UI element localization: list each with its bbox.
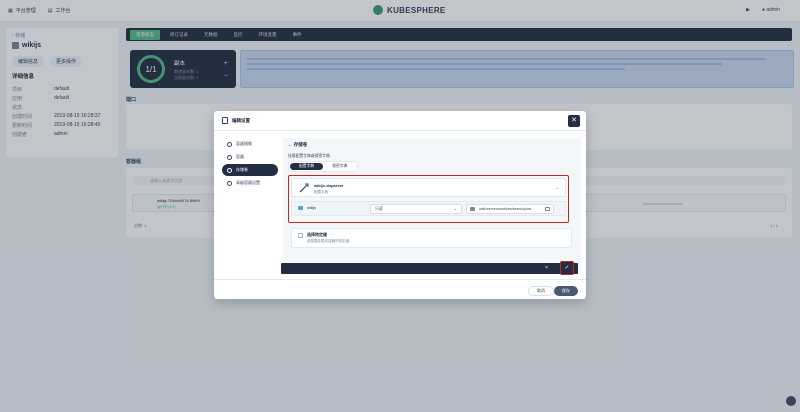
modal-title: 编辑设置 (232, 117, 250, 123)
volume-title: 存储卷 (293, 142, 308, 147)
volume-back-button[interactable]: ← 存储卷 (288, 142, 307, 148)
step-container-image[interactable]: 容器镜像 (222, 138, 278, 150)
chevron-down-icon[interactable]: ⌄ (556, 185, 559, 190)
mount-mode-select[interactable]: 只读 ⌄ (370, 204, 462, 214)
modal-header: 编辑设置 ✕ (214, 111, 586, 131)
step-label: 高级容器设置 (236, 180, 260, 185)
select-keys-title: 选择特定键 (307, 232, 327, 237)
step-label: 容器 (236, 154, 244, 159)
step-advanced[interactable]: 高级容器设置 (222, 177, 278, 189)
tab-secret[interactable]: 保密字典 (323, 163, 356, 170)
step-container[interactable]: 容器 (222, 151, 278, 163)
volume-hint: 挂载配置字典或保密字典 (288, 154, 330, 158)
volume-form: ← 存储卷 挂载配置字典或保密字典 配置字典 保密字典 wikijs-dnpar… (283, 138, 581, 274)
mount-mode-value: 只读 (375, 207, 383, 211)
close-button[interactable]: ✕ (568, 115, 580, 127)
volume-type: 配置字典 (314, 190, 328, 194)
step-icon (227, 180, 232, 186)
toolbox-icon[interactable] (786, 396, 796, 406)
cancel-volume-button[interactable]: × (545, 265, 548, 271)
configmap-icon (299, 183, 309, 193)
mount-path-input[interactable]: /wiki/server/modules/search/post (466, 204, 554, 214)
confirm-volume-button[interactable]: ✓ (560, 261, 574, 275)
settings-icon (222, 117, 228, 124)
step-icon (227, 167, 232, 173)
save-button[interactable]: 保存 (554, 286, 578, 296)
volume-action-bar: × ✓ (281, 261, 578, 275)
chevron-down-icon: ⌄ (453, 207, 457, 211)
container-name: wikijs (307, 206, 317, 210)
modal-footer: 取消 保存 (214, 279, 586, 299)
mount-path-value: /wiki/server/modules/search/post (479, 207, 532, 211)
tab-configmap[interactable]: 配置字典 (290, 163, 324, 170)
edit-settings-modal: 编辑设置 ✕ 容器镜像 容器 存储卷 高级容器设置 ← 存储卷 挂载配置字典或保… (214, 111, 586, 299)
subpath-icon[interactable] (545, 207, 550, 211)
step-label: 容器镜像 (236, 141, 252, 146)
select-keys-card: 选择特定键 选择要挂载到容器的特定键。 (291, 228, 572, 248)
volume-name: wikijs-dnparser (314, 183, 344, 188)
volume-type-tabs: 配置字典 保密字典 (288, 161, 359, 172)
container-icon (298, 206, 303, 210)
steps-nav: 容器镜像 容器 存储卷 高级容器设置 (222, 138, 278, 190)
path-icon (470, 207, 475, 211)
step-label: 存储卷 (236, 167, 248, 172)
close-icon: ✕ (571, 117, 577, 124)
step-volumes[interactable]: 存储卷 (222, 164, 278, 176)
step-icon (227, 141, 232, 147)
cancel-button[interactable]: 取消 (528, 286, 554, 296)
select-keys-checkbox[interactable] (298, 233, 303, 238)
step-icon (227, 154, 232, 160)
volume-select[interactable]: wikijs-dnparser 配置字典 ⌄ (291, 178, 566, 197)
mount-row: wikijs 只读 ⌄ /wiki/server/modules/search/p… (291, 201, 566, 216)
select-keys-desc: 选择要挂载到容器的特定键。 (307, 239, 353, 243)
